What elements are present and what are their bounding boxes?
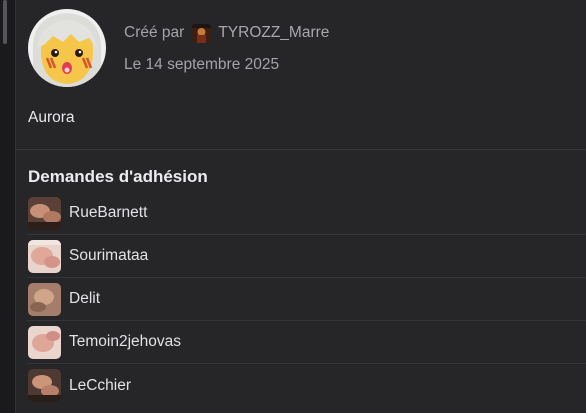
join-requests-title: Demandes d'adhésion bbox=[28, 167, 208, 186]
user-avatar[interactable] bbox=[28, 282, 61, 316]
join-request-row[interactable]: LeCchier bbox=[27, 364, 586, 407]
request-username[interactable]: LeCchier bbox=[69, 377, 131, 395]
group-avatar[interactable] bbox=[27, 8, 107, 88]
join-request-row[interactable]: Sourimataa bbox=[27, 235, 586, 278]
group-name: Aurora bbox=[28, 109, 75, 126]
join-requests-list: RueBarnett Sourimataa Delit Temoin2jehov… bbox=[27, 192, 586, 407]
scrollbar-thumb[interactable] bbox=[3, 0, 7, 44]
user-avatar[interactable] bbox=[28, 325, 61, 359]
creator-avatar[interactable] bbox=[192, 23, 212, 43]
join-request-row[interactable]: RueBarnett bbox=[27, 192, 586, 235]
request-username[interactable]: Sourimataa bbox=[69, 247, 148, 265]
creator-name-link[interactable]: TYROZZ_Marre bbox=[218, 24, 329, 42]
user-avatar[interactable] bbox=[28, 239, 61, 273]
join-request-row[interactable]: Delit bbox=[27, 278, 586, 321]
request-username[interactable]: Delit bbox=[69, 290, 100, 308]
join-request-row[interactable]: Temoin2jehovas bbox=[27, 321, 586, 364]
user-avatar[interactable] bbox=[28, 369, 61, 402]
group-page: Créé par TYROZZ_Marre Le 14 septembre 20… bbox=[0, 0, 586, 413]
request-username[interactable]: RueBarnett bbox=[69, 204, 147, 222]
section-divider bbox=[15, 149, 586, 150]
created-by-label: Créé par bbox=[124, 24, 185, 41]
left-strip bbox=[0, 0, 15, 413]
user-avatar[interactable] bbox=[28, 196, 61, 230]
creator-line: Créé par TYROZZ_Marre bbox=[124, 23, 329, 43]
request-username[interactable]: Temoin2jehovas bbox=[69, 333, 181, 351]
creation-date: Le 14 septembre 2025 bbox=[124, 56, 280, 73]
